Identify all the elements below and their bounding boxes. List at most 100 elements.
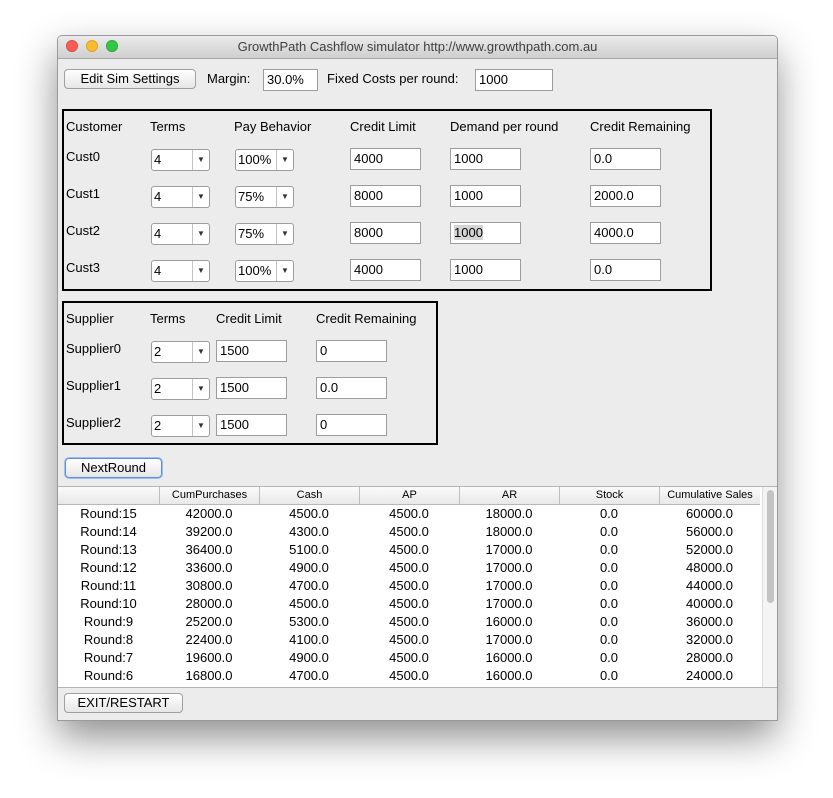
customer-name: Cust2 [66, 223, 100, 238]
table-cell: 0.0 [599, 524, 619, 539]
chevron-down-icon: ▼ [276, 261, 293, 281]
table-row[interactable]: Round:14 39200.0 4300.0 4500.0 18000.0 0.0 560… [58, 523, 760, 541]
results-table[interactable]: CumPurchases Cash AP AR Stock Cumulative… [58, 486, 777, 688]
supplier-terms-select[interactable]: 2 ▼ [151, 341, 210, 363]
table-cell: 52000.0 [686, 542, 733, 557]
table-cell: 4500.0 [389, 506, 429, 521]
column-header-cash[interactable]: Cash [259, 487, 359, 504]
customer-credit-remaining-field[interactable]: 4000.0 [590, 222, 661, 244]
select-value: 4 [154, 263, 162, 278]
table-cell: 24000.0 [686, 668, 733, 683]
column-header-cumulative-sales[interactable]: Cumulative Sales [659, 487, 760, 504]
customer-credit-limit-field[interactable]: 8000 [350, 185, 421, 207]
table-row[interactable]: Round:6 16800.0 4700.0 4500.0 16000.0 0.0 2400… [58, 667, 760, 685]
table-cell: 4900.0 [289, 560, 329, 575]
column-header-stock[interactable]: Stock [559, 487, 659, 504]
column-header-ar[interactable]: AR [459, 487, 559, 504]
table-row[interactable]: Round:11 30800.0 4700.0 4500.0 17000.0 0.0 440… [58, 577, 760, 595]
customer-terms-select[interactable]: 4 ▼ [151, 223, 210, 245]
table-cell: 4900.0 [289, 650, 329, 665]
fixed-costs-field[interactable]: 1000 [475, 69, 553, 91]
round-label-cell: Round:6 [83, 668, 134, 683]
customer-demand-field[interactable]: 1000 [450, 148, 521, 170]
customer-terms-select[interactable]: 4 ▼ [151, 186, 210, 208]
customer-pay-select[interactable]: 75% ▼ [235, 186, 294, 208]
customer-pay-select[interactable]: 75% ▼ [235, 223, 294, 245]
table-cell: 0.0 [599, 596, 619, 611]
supplier-credit-remaining-field[interactable]: 0.0 [316, 377, 387, 399]
table-cell: 36400.0 [185, 542, 233, 557]
supplier-terms-select[interactable]: 2 ▼ [151, 415, 210, 437]
edit-sim-settings-button[interactable]: Edit Sim Settings [64, 69, 196, 89]
scrollbar-thumb[interactable] [767, 490, 774, 603]
customer-credit-remaining-field[interactable]: 0.0 [590, 259, 661, 281]
customer-credit-limit-field[interactable]: 8000 [350, 222, 421, 244]
margin-field[interactable]: 30.0% [263, 69, 318, 91]
supplier-credit-limit-field[interactable]: 1500 [216, 377, 287, 399]
credit-limit-header: Credit Limit [350, 119, 416, 134]
customer-pay-select[interactable]: 100% ▼ [235, 149, 294, 171]
column-header-round[interactable] [58, 487, 159, 504]
table-cell: 28000.0 [185, 596, 233, 611]
column-header-ap[interactable]: AP [359, 487, 459, 504]
customer-credit-remaining-field[interactable]: 2000.0 [590, 185, 661, 207]
table-cell: 16000.0 [485, 668, 533, 683]
select-value: 2 [154, 381, 162, 396]
supplier-credit-limit-field[interactable]: 1500 [216, 414, 287, 436]
customer-credit-limit-field[interactable]: 4000 [350, 148, 421, 170]
next-round-button[interactable]: NextRound [65, 458, 162, 478]
table-cell: 0.0 [599, 578, 619, 593]
chevron-down-icon: ▼ [192, 379, 209, 399]
customer-name: Cust3 [66, 260, 100, 275]
table-cell: 4500.0 [389, 560, 429, 575]
customer-credit-limit-field[interactable]: 4000 [350, 259, 421, 281]
fixed-costs-label: Fixed Costs per round: [327, 71, 459, 86]
column-header-cumpurchases[interactable]: CumPurchases [159, 487, 259, 504]
table-cell: 4500.0 [389, 596, 429, 611]
table-row[interactable]: Round:10 28000.0 4500.0 4500.0 17000.0 0.0 400… [58, 595, 760, 613]
table-row[interactable]: Round:15 42000.0 4500.0 4500.0 18000.0 0.0 600… [58, 505, 760, 523]
title-bar[interactable]: GrowthPath Cashflow simulator http://www… [58, 36, 777, 59]
chevron-down-icon: ▼ [276, 224, 293, 244]
exit-restart-button[interactable]: EXIT/RESTART [64, 693, 183, 713]
margin-label: Margin: [207, 71, 251, 86]
supplier-terms-select[interactable]: 2 ▼ [151, 378, 210, 400]
table-row[interactable]: Round:9 25200.0 5300.0 4500.0 16000.0 0.0 3600… [58, 613, 760, 631]
supplier-credit-remaining-field[interactable]: 0 [316, 414, 387, 436]
round-label-cell: Round:15 [80, 506, 137, 521]
table-cell: 4500.0 [389, 524, 429, 539]
table-cell: 36000.0 [686, 614, 733, 629]
customer-terms-select[interactable]: 4 ▼ [151, 149, 210, 171]
terms-header: Terms [150, 119, 186, 134]
table-cell: 60000.0 [686, 506, 733, 521]
customer-demand-field[interactable]: 1000 [450, 185, 521, 207]
customer-demand-field[interactable]: 1000 [450, 259, 521, 281]
table-cell: 4500.0 [389, 650, 429, 665]
select-value: 4 [154, 152, 162, 167]
demand-header: Demand per round [450, 119, 559, 134]
round-label-cell: Round:14 [80, 524, 137, 539]
vertical-scrollbar[interactable] [762, 487, 777, 687]
table-cell: 16000.0 [485, 650, 533, 665]
table-row[interactable]: Round:8 22400.0 4100.0 4500.0 17000.0 0.0 3200… [58, 631, 760, 649]
chevron-down-icon: ▼ [192, 224, 209, 244]
chevron-down-icon: ▼ [276, 187, 293, 207]
supplier-header: Supplier [66, 311, 114, 326]
customer-pay-select[interactable]: 100% ▼ [235, 260, 294, 282]
supplier-credit-remaining-field[interactable]: 0 [316, 340, 387, 362]
table-cell: 17000.0 [485, 632, 533, 647]
results-table-header: CumPurchases Cash AP AR Stock Cumulative… [58, 487, 760, 505]
table-row[interactable]: Round:12 33600.0 4900.0 4500.0 17000.0 0.0 480… [58, 559, 760, 577]
selected-text: 1000 [454, 225, 483, 240]
customer-terms-select[interactable]: 4 ▼ [151, 260, 210, 282]
table-row[interactable]: Round:7 19600.0 4900.0 4500.0 16000.0 0.0 2800… [58, 649, 760, 667]
supplier-credit-limit-field[interactable]: 1500 [216, 340, 287, 362]
supplier-credit-limit-header: Credit Limit [216, 311, 282, 326]
supplier-name: Supplier0 [66, 341, 121, 356]
table-cell: 44000.0 [686, 578, 733, 593]
chevron-down-icon: ▼ [192, 261, 209, 281]
table-row[interactable]: Round:13 36400.0 5100.0 4500.0 17000.0 0.0 520… [58, 541, 760, 559]
customer-credit-remaining-field[interactable]: 0.0 [590, 148, 661, 170]
round-label-cell: Round:13 [80, 542, 137, 557]
customer-demand-field[interactable]: 1000 [450, 222, 521, 244]
